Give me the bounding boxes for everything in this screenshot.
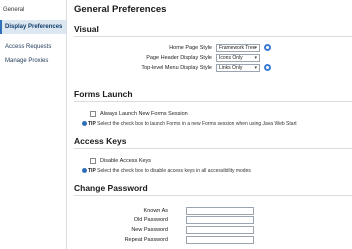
section-title-visual: Visual	[74, 24, 99, 34]
known-as-label: Known As	[143, 208, 168, 214]
always-launch-label: Always Launch New Forms Session	[100, 111, 188, 117]
sidebar-item-display-preferences[interactable]: Display Preferences	[0, 20, 66, 34]
always-launch-checkbox[interactable]	[90, 111, 96, 117]
repeat-password-field[interactable]	[186, 236, 254, 244]
known-as-field[interactable]	[186, 207, 254, 215]
section-divider	[74, 148, 352, 149]
sidebar-header: General	[3, 7, 25, 13]
access-keys-tip: TIP Select the check box to disable acce…	[82, 168, 251, 174]
section-divider	[74, 36, 352, 37]
section-divider	[74, 101, 352, 102]
section-divider	[74, 195, 352, 196]
section-title-access-keys: Access Keys	[74, 136, 127, 146]
disable-access-keys-label: Disable Access Keys	[100, 158, 152, 164]
home-page-style-label: Home Page Style	[169, 45, 212, 51]
tip-icon	[82, 168, 87, 173]
chevron-down-icon: ▾	[254, 45, 257, 51]
info-icon[interactable]	[264, 64, 271, 71]
disable-access-keys-checkbox[interactable]	[90, 158, 96, 164]
home-page-style-select[interactable]: Framework Tree ▾	[216, 44, 260, 52]
page-title: General Preferences	[74, 4, 167, 15]
section-title-change-password: Change Password	[74, 183, 148, 193]
sidebar-item-manage-proxies[interactable]: Manage Proxies	[0, 54, 66, 68]
old-password-label: Old Password	[133, 217, 168, 223]
forms-launch-tip: TIP Select the check box to launch Forms…	[82, 121, 297, 127]
chevron-down-icon: ▾	[254, 65, 257, 71]
info-icon[interactable]	[264, 44, 271, 51]
sidebar-nav: General Display Preferences Access Reque…	[0, 0, 67, 249]
page-header-style-select[interactable]: Icons Only ▾	[216, 54, 260, 62]
repeat-password-label: Repeat Password	[124, 237, 168, 243]
old-password-field[interactable]	[186, 216, 254, 224]
new-password-label: New Password	[131, 227, 168, 233]
page-header-style-label: Page Header Display Style	[146, 55, 212, 61]
top-menu-style-select[interactable]: Links Only ▾	[216, 64, 260, 72]
new-password-field[interactable]	[186, 226, 254, 234]
tip-icon	[82, 121, 87, 126]
chevron-down-icon: ▾	[254, 55, 257, 61]
main-content: General Preferences Visual Home Page Sty…	[68, 0, 352, 249]
sidebar-item-access-requests[interactable]: Access Requests	[0, 40, 66, 54]
top-menu-style-label: Top-level Menu Display Style	[141, 65, 212, 71]
section-title-forms-launch: Forms Launch	[74, 89, 133, 99]
